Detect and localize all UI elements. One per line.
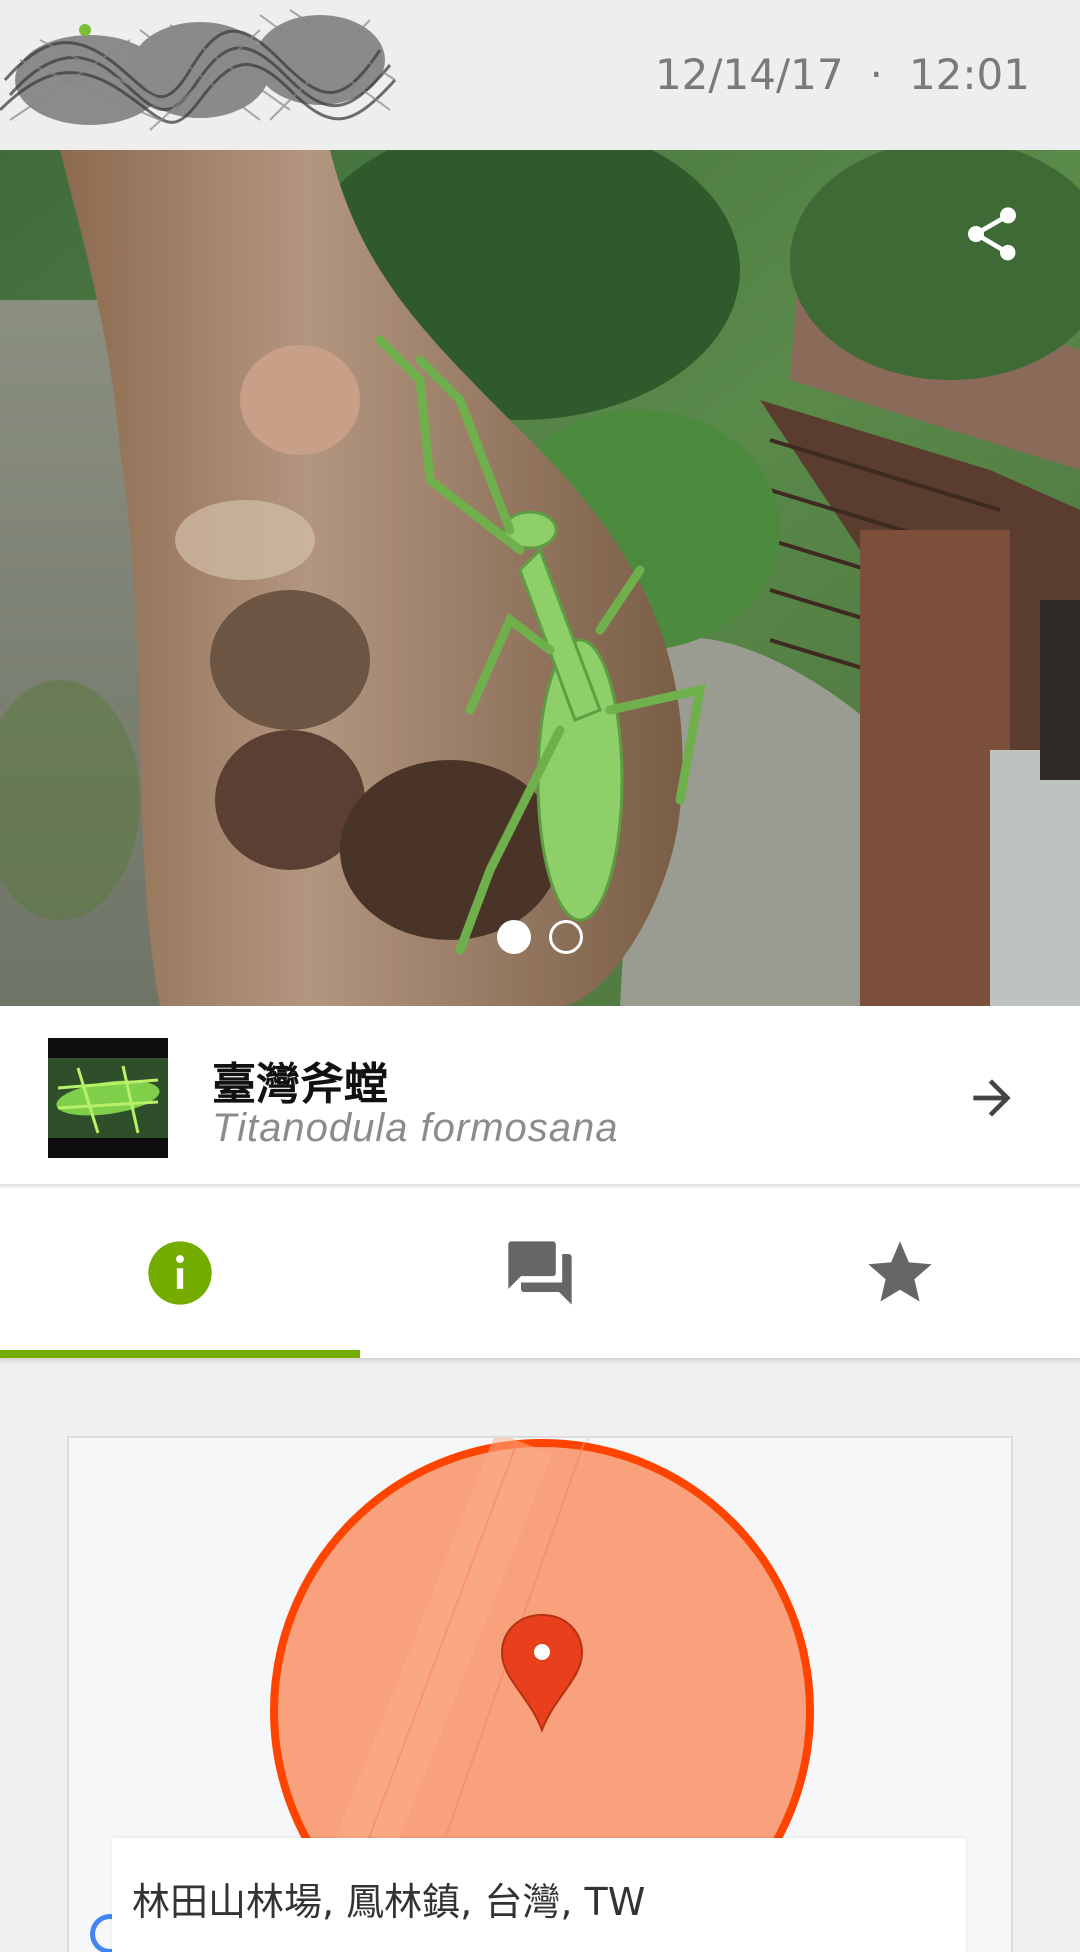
photo-pager: [0, 920, 1080, 954]
taxon-row[interactable]: 臺灣斧螳 Titanodula formosana: [0, 1006, 1080, 1186]
taxon-thumbnail-image: [48, 1038, 168, 1158]
tab-favorites[interactable]: [720, 1188, 1080, 1358]
comments-icon: [508, 1241, 572, 1305]
observation-tabs: [0, 1188, 1080, 1358]
tab-comments[interactable]: [360, 1188, 720, 1358]
share-icon: [968, 207, 1016, 261]
pager-dot-2[interactable]: [549, 920, 583, 954]
observation-screen: 12/14/17 · 12:01 臺灣斧螳 Titanodula formosa…: [0, 0, 1080, 1952]
location-bar: 林田山林場, 鳳林鎮, 台灣, TW: [112, 1838, 966, 1952]
observation-datetime: 12/14/17 · 12:01: [655, 46, 1030, 102]
taxon-scientific-name: Titanodula formosana: [212, 1106, 619, 1150]
pager-dot-1[interactable]: [497, 920, 531, 954]
observation-header: 12/14/17 · 12:01: [0, 0, 1080, 150]
observation-date: 12/14/17: [654, 49, 844, 99]
mantis-photo-image: [0, 150, 1080, 1006]
taxon-common-name: 臺灣斧螳: [212, 1059, 388, 1110]
arrow-right-icon[interactable]: [964, 1070, 1020, 1126]
observation-time: 12:01: [908, 49, 1030, 99]
taxon-thumbnail: [48, 1038, 168, 1158]
info-icon: [148, 1241, 212, 1305]
share-button[interactable]: [956, 198, 1028, 270]
star-icon: [868, 1241, 932, 1302]
user-avatar-scribble: [0, 9, 397, 131]
tab-info[interactable]: [0, 1188, 360, 1358]
datetime-separator: ·: [869, 49, 883, 99]
location-name: 林田山林場, 鳳林鎮, 台灣, TW: [132, 1879, 646, 1924]
observation-photo[interactable]: [0, 150, 1080, 1006]
